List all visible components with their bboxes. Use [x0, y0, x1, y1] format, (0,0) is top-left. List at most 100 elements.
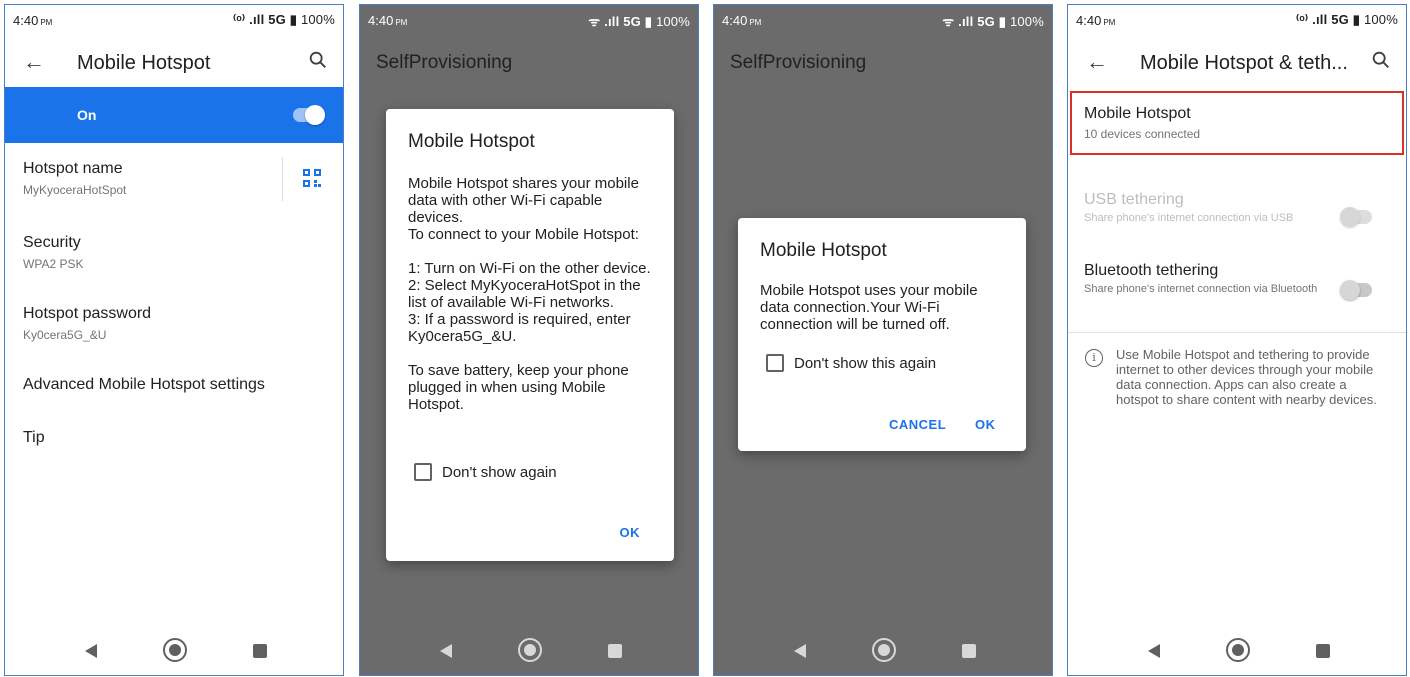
item-title: USB tethering — [1084, 191, 1184, 208]
status-icons: ᯤ .ıll 5G ▮ 100% — [942, 12, 1044, 30]
qr-code-icon[interactable] — [302, 168, 322, 188]
divider — [282, 157, 283, 201]
navigation-bar — [714, 629, 1052, 675]
status-bar: 4:40 PM ⁽ᵒ⁾ .ıll 5G ▮ 100% — [1068, 5, 1406, 35]
checkbox-box[interactable] — [766, 354, 784, 372]
nav-back-icon[interactable] — [85, 644, 97, 658]
ok-button[interactable]: OK — [620, 525, 641, 540]
nav-back-icon[interactable] — [440, 644, 452, 658]
page-title: Mobile Hotspot & teth... — [1140, 52, 1348, 74]
nav-home-icon[interactable] — [872, 638, 896, 662]
item-title: Hotspot name — [23, 160, 123, 177]
nav-back-icon[interactable] — [794, 644, 806, 658]
dialog-message: Mobile Hotspot shares your mobile data w… — [408, 175, 651, 413]
cancel-button[interactable]: CANCEL — [889, 417, 946, 432]
dont-show-again-checkbox[interactable]: Don't show again — [414, 463, 557, 481]
hotspot-toggle[interactable] — [293, 105, 325, 125]
item-subtitle: Share phone's internet connection via US… — [1084, 212, 1294, 224]
battery-percent: 100% — [655, 14, 690, 29]
phone-screen-hotspot-and-tethering: 4:40 PM ⁽ᵒ⁾ .ıll 5G ▮ 100% ← Mobile Hotsp… — [1067, 4, 1407, 676]
phone-screen-hotspot-info-dialog: 4:40 PM ᯤ .ıll 5G ▮ 100% SelfProvisioning… — [359, 4, 699, 676]
hotspot-password-item[interactable]: Hotspot password Ky0cera5G_&U — [23, 305, 325, 342]
app-title: SelfProvisioning — [376, 52, 513, 73]
hotspot-name-item[interactable]: Hotspot name MyKyoceraHotSpot — [23, 160, 325, 197]
navigation-bar — [360, 629, 698, 675]
nav-recents-icon[interactable] — [253, 644, 267, 658]
item-title: Advanced Mobile Hotspot settings — [23, 376, 265, 393]
hotspot-status-icon: ⁽ᵒ⁾ — [1296, 12, 1309, 27]
wifi-icon: ᯤ — [588, 14, 601, 29]
item-subtitle: Share phone's internet connection via Bl… — [1084, 283, 1318, 295]
nav-recents-icon[interactable] — [1316, 644, 1330, 658]
dialog-title: Mobile Hotspot — [408, 131, 535, 152]
item-subtitle: MyKyoceraHotSpot — [23, 183, 127, 197]
advanced-settings-item[interactable]: Advanced Mobile Hotspot settings — [23, 376, 325, 394]
info-text: Use Mobile Hotspot and tethering to prov… — [1116, 347, 1377, 407]
status-time: 4:40 PM — [13, 13, 53, 28]
tip-item[interactable]: Tip — [23, 429, 325, 447]
checkbox-label: Don't show again — [442, 463, 557, 481]
nav-back-icon[interactable] — [1148, 644, 1160, 658]
divider — [1068, 332, 1406, 333]
item-title: Hotspot password — [23, 305, 152, 322]
back-arrow-icon[interactable]: ← — [23, 49, 45, 75]
signal-icon: .ıll — [1312, 12, 1328, 27]
nav-home-icon[interactable] — [163, 638, 187, 662]
phone-screen-hotspot-settings: 4:40 PM ⁽ᵒ⁾ .ıll 5G ▮ 100% ← Mobile Hotsp… — [4, 4, 344, 676]
battery-icon: ▮ — [998, 14, 1007, 29]
hotspot-info-dialog: Mobile Hotspot Mobile Hotspot shares you… — [386, 109, 674, 561]
status-icons: ᯤ .ıll 5G ▮ 100% — [588, 12, 690, 30]
status-time: 4:40 PM — [1076, 13, 1116, 28]
bluetooth-tethering-toggle[interactable] — [1340, 280, 1372, 300]
nav-recents-icon[interactable] — [962, 644, 976, 658]
security-item[interactable]: Security WPA2 PSK — [23, 234, 325, 271]
nav-home-icon[interactable] — [1226, 638, 1250, 662]
ok-button[interactable]: OK — [975, 417, 996, 432]
status-time: 4:40 PM — [368, 13, 408, 28]
status-bar: 4:40 PM ⁽ᵒ⁾ .ıll 5G ▮ 100% — [5, 5, 343, 35]
item-subtitle: WPA2 PSK — [23, 257, 84, 271]
search-icon[interactable] — [1370, 49, 1392, 71]
status-icons: ⁽ᵒ⁾ .ıll 5G ▮ 100% — [233, 12, 335, 28]
app-bar: ← Mobile Hotspot — [5, 35, 343, 87]
app-bar: ← Mobile Hotspot & teth... — [1068, 35, 1406, 87]
network-type: 5G — [268, 12, 286, 27]
network-type: 5G — [977, 14, 995, 29]
nav-home-icon[interactable] — [518, 638, 542, 662]
highlight-box — [1070, 91, 1404, 155]
hotspot-status-icon: ⁽ᵒ⁾ — [233, 12, 246, 27]
network-type: 5G — [1331, 12, 1349, 27]
checkbox-box[interactable] — [414, 463, 432, 481]
usb-tethering-toggle — [1340, 207, 1372, 227]
signal-icon: .ıll — [604, 14, 620, 29]
search-icon[interactable] — [307, 49, 329, 71]
item-subtitle: Ky0cera5G_&U — [23, 328, 107, 342]
battery-percent: 100% — [1363, 12, 1398, 27]
navigation-bar — [5, 629, 343, 675]
dialog-title: Mobile Hotspot — [760, 240, 887, 261]
signal-icon: .ıll — [249, 12, 265, 27]
battery-icon: ▮ — [644, 14, 653, 29]
wifi-icon: ᯤ — [942, 14, 955, 29]
battery-percent: 100% — [1009, 14, 1044, 29]
item-title: Bluetooth tethering — [1084, 262, 1219, 279]
battery-icon: ▮ — [1352, 12, 1361, 27]
phone-screen-wifi-off-dialog: 4:40 PM ᯤ .ıll 5G ▮ 100% SelfProvisioning… — [713, 4, 1053, 676]
dialog-message: Mobile Hotspot uses your mobile data con… — [760, 282, 978, 333]
page-title: Mobile Hotspot — [77, 52, 211, 74]
checkbox-label: Don't show this again — [794, 354, 937, 372]
item-title: Tip — [23, 429, 45, 446]
hotspot-master-switch[interactable]: On — [5, 87, 343, 143]
nav-recents-icon[interactable] — [608, 644, 622, 658]
battery-percent: 100% — [300, 12, 335, 27]
back-arrow-icon[interactable]: ← — [1086, 49, 1108, 75]
status-icons: ⁽ᵒ⁾ .ıll 5G ▮ 100% — [1296, 12, 1398, 28]
bluetooth-tethering-item[interactable]: Bluetooth tethering Share phone's intern… — [1084, 262, 1336, 295]
battery-icon: ▮ — [289, 12, 298, 27]
wifi-off-warning-dialog: Mobile Hotspot Mobile Hotspot uses your … — [738, 218, 1026, 451]
status-time: 4:40 PM — [722, 13, 762, 28]
status-bar: 4:40 PM ᯤ .ıll 5G ▮ 100% — [714, 5, 1052, 35]
network-type: 5G — [623, 14, 641, 29]
info-icon: i — [1085, 349, 1103, 367]
dont-show-this-again-checkbox[interactable]: Don't show this again — [766, 354, 936, 372]
